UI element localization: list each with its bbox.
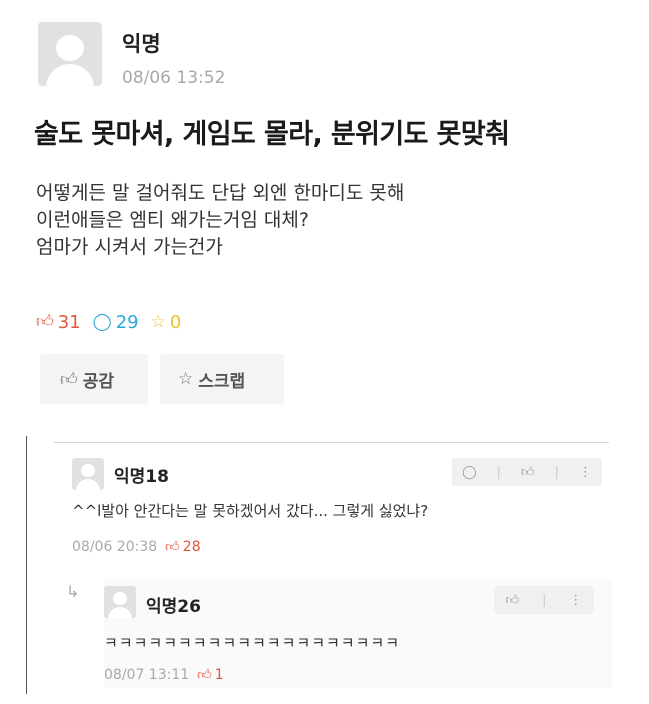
like-button-label: 공감 [82, 371, 115, 392]
avatar-head [113, 592, 127, 605]
thumbs-up-icon: 👍︎ [36, 311, 54, 332]
thumbs-up-icon: 👍︎ [60, 369, 78, 390]
avatar-body [76, 479, 100, 490]
star-icon: ☆ [150, 311, 166, 332]
scrap-count-value: 0 [169, 311, 182, 333]
avatar-body [108, 607, 132, 618]
comment-meta: 08/06 20:38 👍︎ 28 [72, 538, 201, 556]
comment-text: ^^l발아 안간다는 말 못하겠어서 갔다... 그렇게 싫었냐? [72, 502, 429, 520]
post-stats: 👍︎ 31 ◯ 29 ☆ 0 [36, 310, 193, 334]
like-comment-icon[interactable]: 👍︎ [521, 465, 535, 480]
author-avatar[interactable] [38, 22, 102, 86]
star-icon: ☆ [178, 369, 194, 389]
comment-like-value: 28 [182, 538, 201, 555]
comment-count-value: 29 [115, 311, 139, 333]
comment-time: 08/06 20:38 [72, 538, 158, 555]
avatar-head [56, 35, 84, 61]
comment-like-count: 👍︎ 28 [165, 538, 201, 556]
more-options-icon[interactable]: ⋮ [569, 593, 582, 608]
scrap-button-label: 스크랩 [198, 371, 246, 392]
post-body: 어떻게든 말 걸어줘도 단답 외엔 한마디도 못해 이런애들은 엠티 왜가는거임… [36, 180, 596, 261]
post-body-line: 이런애들은 엠티 왜가는거임 대체? [36, 209, 309, 231]
post-time: 08/06 13:52 [122, 68, 226, 88]
comment-toolbar: ◯ | 👍︎ | ⋮ [452, 458, 602, 486]
comment-bubble-icon: ◯ [92, 311, 112, 332]
post-header: 익명 08/06 13:52 [38, 22, 618, 92]
comment-toolbar: 👍︎ | ⋮ [494, 586, 594, 614]
toolbar-separator: | [496, 465, 501, 479]
comment-avatar[interactable] [72, 458, 104, 490]
scrap-count: ☆ 0 [151, 312, 182, 333]
more-options-icon[interactable]: ⋮ [579, 465, 592, 480]
like-button[interactable]: 👍︎ 공감 [40, 354, 148, 404]
post-title: 술도 못마셔, 게임도 몰라, 분위기도 못맞춰 [34, 119, 510, 150]
comment-avatar[interactable] [104, 586, 136, 618]
comment-like-value: 1 [214, 666, 224, 683]
thumbs-up-icon: 👍︎ [197, 667, 212, 683]
comment-time: 08/07 13:11 [104, 666, 190, 683]
comment-text: ㅋㅋㅋㅋㅋㅋㅋㅋㅋㅋㅋㅋㅋㅋㅋㅋㅋㅋㅋㅋ [104, 634, 401, 652]
comment-author: 익명26 [146, 597, 201, 617]
reply-comment-icon[interactable]: ◯ [462, 465, 477, 480]
comment-author: 익명18 [114, 467, 169, 487]
comments-divider [54, 442, 609, 443]
post-body-line: 엄마가 시켜서 가는건가 [36, 236, 223, 258]
comment-like-count: 👍︎ 1 [197, 666, 224, 684]
comment-meta: 08/07 13:11 👍︎ 1 [104, 666, 224, 684]
like-count: 👍︎ 31 [36, 312, 81, 333]
toolbar-separator: | [542, 593, 547, 607]
toolbar-separator: | [554, 465, 559, 479]
post-author: 익명 [122, 32, 161, 56]
comments-left-border [26, 436, 27, 694]
comment-count: ◯ 29 [93, 312, 139, 333]
like-count-value: 31 [57, 311, 81, 333]
post-body-line: 어떻게든 말 걸어줘도 단답 외엔 한마디도 못해 [36, 182, 405, 204]
like-comment-icon[interactable]: 👍︎ [506, 593, 520, 608]
comment: 익명18 ◯ | 👍︎ | ⋮ ^^l발아 안간다는 말 못하겠어서 갔다...… [72, 454, 612, 564]
avatar-body [46, 64, 94, 86]
reply-comment: 익명26 👍︎ | ⋮ ㅋㅋㅋㅋㅋㅋㅋㅋㅋㅋㅋㅋㅋㅋㅋㅋㅋㅋㅋㅋ 08/07 1… [104, 580, 612, 688]
scrap-button[interactable]: ☆ 스크랩 [160, 354, 284, 404]
avatar-head [81, 464, 95, 477]
reply-arrow-icon: ↳ [66, 582, 80, 601]
thumbs-up-icon: 👍︎ [165, 539, 180, 555]
